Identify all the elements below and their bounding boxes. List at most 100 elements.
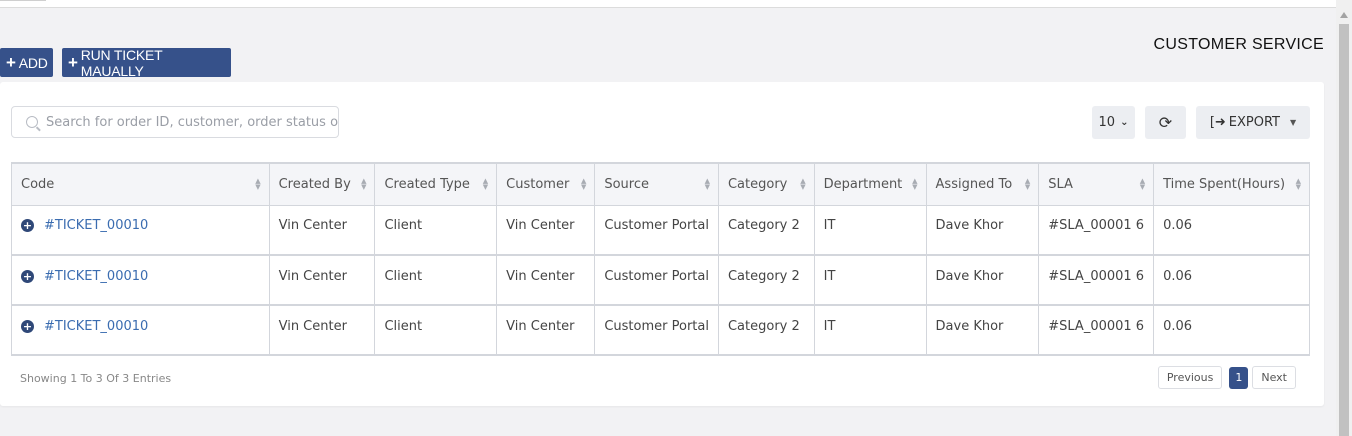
refresh-icon: ⟳: [1158, 113, 1173, 132]
column-header-department[interactable]: Department ▲ ▼: [813, 162, 927, 206]
cell-customer: Vin Center: [496, 304, 596, 356]
entries-info: Showing 1 To 3 Of 3 Entries: [20, 372, 172, 385]
export-button[interactable]: [➜ EXPORT ▼: [1196, 106, 1310, 139]
sort-icon[interactable]: ▲ ▼: [361, 178, 366, 191]
cell-time-spent: 0.06: [1153, 304, 1310, 356]
column-header-created-by[interactable]: Created By ▲ ▼: [268, 162, 376, 206]
add-button[interactable]: + ADD: [0, 48, 53, 77]
page-title: CUSTOMER SERVICE: [1153, 36, 1324, 53]
cell-created-by: Vin Center: [268, 254, 376, 306]
cell-department: IT: [813, 304, 927, 356]
top-bar: [0, 0, 1336, 8]
cell-sla: #SLA_00001 6: [1038, 254, 1155, 306]
column-header-assigned-to[interactable]: Assigned To ▲ ▼: [925, 162, 1040, 206]
cell-created-type: Client: [374, 254, 498, 306]
column-header-created-type[interactable]: Created Type ▲ ▼: [374, 162, 498, 206]
cell-sla: #SLA_00001 6: [1038, 204, 1155, 256]
cell-created-by: Vin Center: [268, 304, 376, 356]
column-header-code[interactable]: Code ▲ ▼: [11, 162, 270, 206]
run-ticket-manually-button[interactable]: + RUN TICKET MAUALLY: [62, 46, 231, 79]
tickets-table: Code ▲ ▼ Created By ▲ ▼ Created Type ▲ ▼ Custo…: [11, 162, 1310, 356]
chevron-down-icon: ⌄: [1120, 117, 1129, 128]
column-label: Source: [604, 176, 649, 192]
cell-created-type: Client: [374, 204, 498, 256]
sort-icon[interactable]: ▲ ▼: [1296, 178, 1301, 191]
previous-page-button[interactable]: Previous: [1157, 366, 1223, 389]
sort-icon[interactable]: ▲ ▼: [483, 178, 488, 191]
plus-icon: +: [6, 53, 16, 72]
cell-department: IT: [813, 204, 927, 256]
run-ticket-button-label: RUN TICKET MAUALLY: [80, 46, 163, 79]
top-tab-indicator: [0, 0, 46, 1]
cell-assigned-to: Dave Khor: [925, 204, 1040, 256]
pagination: Previous 1 Next: [1157, 366, 1296, 389]
next-page-button[interactable]: Next: [1252, 366, 1296, 389]
cell-created-by: Vin Center: [268, 204, 376, 256]
ticket-link[interactable]: #TICKET_00010: [44, 218, 148, 233]
cell-assigned-to: Dave Khor: [925, 304, 1040, 356]
column-header-sla[interactable]: SLA ▲ ▼: [1038, 162, 1155, 206]
cell-category: Category 2: [717, 254, 815, 306]
search-input[interactable]: [46, 114, 338, 130]
export-icon: [➜: [1209, 115, 1226, 130]
column-label: Department: [823, 176, 903, 192]
cell-sla: #SLA_00001 6: [1038, 304, 1155, 356]
column-label: Time Spent(Hours): [1163, 176, 1286, 192]
search-icon: [26, 116, 38, 128]
sort-icon[interactable]: ▲ ▼: [1140, 178, 1145, 191]
cell-created-type: Client: [374, 304, 498, 356]
table-row: + #TICKET_00010 Vin Center Client Vin Cen…: [11, 304, 1310, 356]
add-button-label: ADD: [18, 54, 48, 71]
tickets-card: 10 ⌄ ⟳ [➜ EXPORT ▼ Code ▲▼ Created By ▲▼ C…: [0, 82, 1324, 406]
vertical-scrollbar[interactable]: [1336, 0, 1352, 436]
cell-time-spent: 0.06: [1153, 254, 1310, 306]
table-row: + #TICKET_00010 Vin Center Client Vin Cen…: [11, 254, 1310, 306]
column-header-time-spent[interactable]: Time Spent(Hours) ▲ ▼: [1153, 162, 1310, 206]
expand-row-icon[interactable]: +: [21, 219, 34, 233]
cell-department: IT: [813, 254, 927, 306]
page-size-value: 10: [1098, 115, 1116, 130]
column-label: Assigned To: [935, 176, 1013, 192]
cell-category: Category 2: [717, 204, 815, 256]
column-label: Created Type: [384, 176, 470, 192]
table-header-row: Code ▲ ▼ Created By ▲ ▼ Created Type ▲ ▼ Custo…: [11, 162, 1310, 206]
export-label: EXPORT: [1228, 115, 1281, 130]
sort-icon[interactable]: ▲ ▼: [912, 178, 917, 191]
column-header-category[interactable]: Category ▲ ▼: [717, 162, 815, 206]
expand-row-icon[interactable]: +: [21, 269, 34, 283]
cell-assigned-to: Dave Khor: [925, 254, 1040, 306]
ticket-link[interactable]: #TICKET_00010: [44, 319, 148, 334]
column-label: Customer: [506, 176, 570, 192]
table-row: + #TICKET_00010 Vin Center Client Vin Cen…: [11, 204, 1310, 256]
page-number-button[interactable]: 1: [1229, 366, 1249, 389]
sort-icon[interactable]: ▲ ▼: [800, 178, 805, 191]
page-size-select[interactable]: 10 ⌄: [1092, 106, 1135, 139]
search-box[interactable]: [11, 106, 339, 138]
cell-source: Customer Portal: [594, 254, 719, 306]
cell-time-spent: 0.06: [1153, 204, 1310, 256]
cell-source: Customer Portal: [594, 204, 719, 256]
cell-customer: Vin Center: [496, 204, 596, 256]
refresh-button[interactable]: ⟳: [1145, 106, 1186, 139]
caret-down-icon: ▼: [1290, 118, 1297, 127]
sort-icon[interactable]: ▲ ▼: [1025, 178, 1030, 191]
ticket-link[interactable]: #TICKET_00010: [44, 269, 148, 284]
cell-code: + #TICKET_00010: [11, 304, 270, 356]
cell-customer: Vin Center: [496, 254, 596, 306]
cell-category: Category 2: [717, 304, 815, 356]
column-header-source[interactable]: Source ▲ ▼: [594, 162, 719, 206]
scroll-up-arrow-icon[interactable]: [1340, 12, 1348, 18]
cell-code: + #TICKET_00010: [11, 204, 270, 256]
scroll-thumb[interactable]: [1339, 24, 1349, 436]
sort-icon[interactable]: ▲ ▼: [581, 178, 586, 191]
column-label: Category: [727, 176, 788, 192]
column-label: SLA: [1048, 176, 1073, 192]
column-header-customer[interactable]: Customer ▲ ▼: [496, 162, 596, 206]
expand-row-icon[interactable]: +: [21, 319, 34, 333]
cell-code: + #TICKET_00010: [11, 254, 270, 306]
column-label: Created By: [278, 176, 351, 192]
sort-icon[interactable]: ▲ ▼: [705, 178, 710, 191]
sort-icon[interactable]: ▲ ▼: [255, 178, 260, 191]
plus-icon: +: [68, 53, 78, 72]
column-label: Code: [21, 176, 55, 192]
